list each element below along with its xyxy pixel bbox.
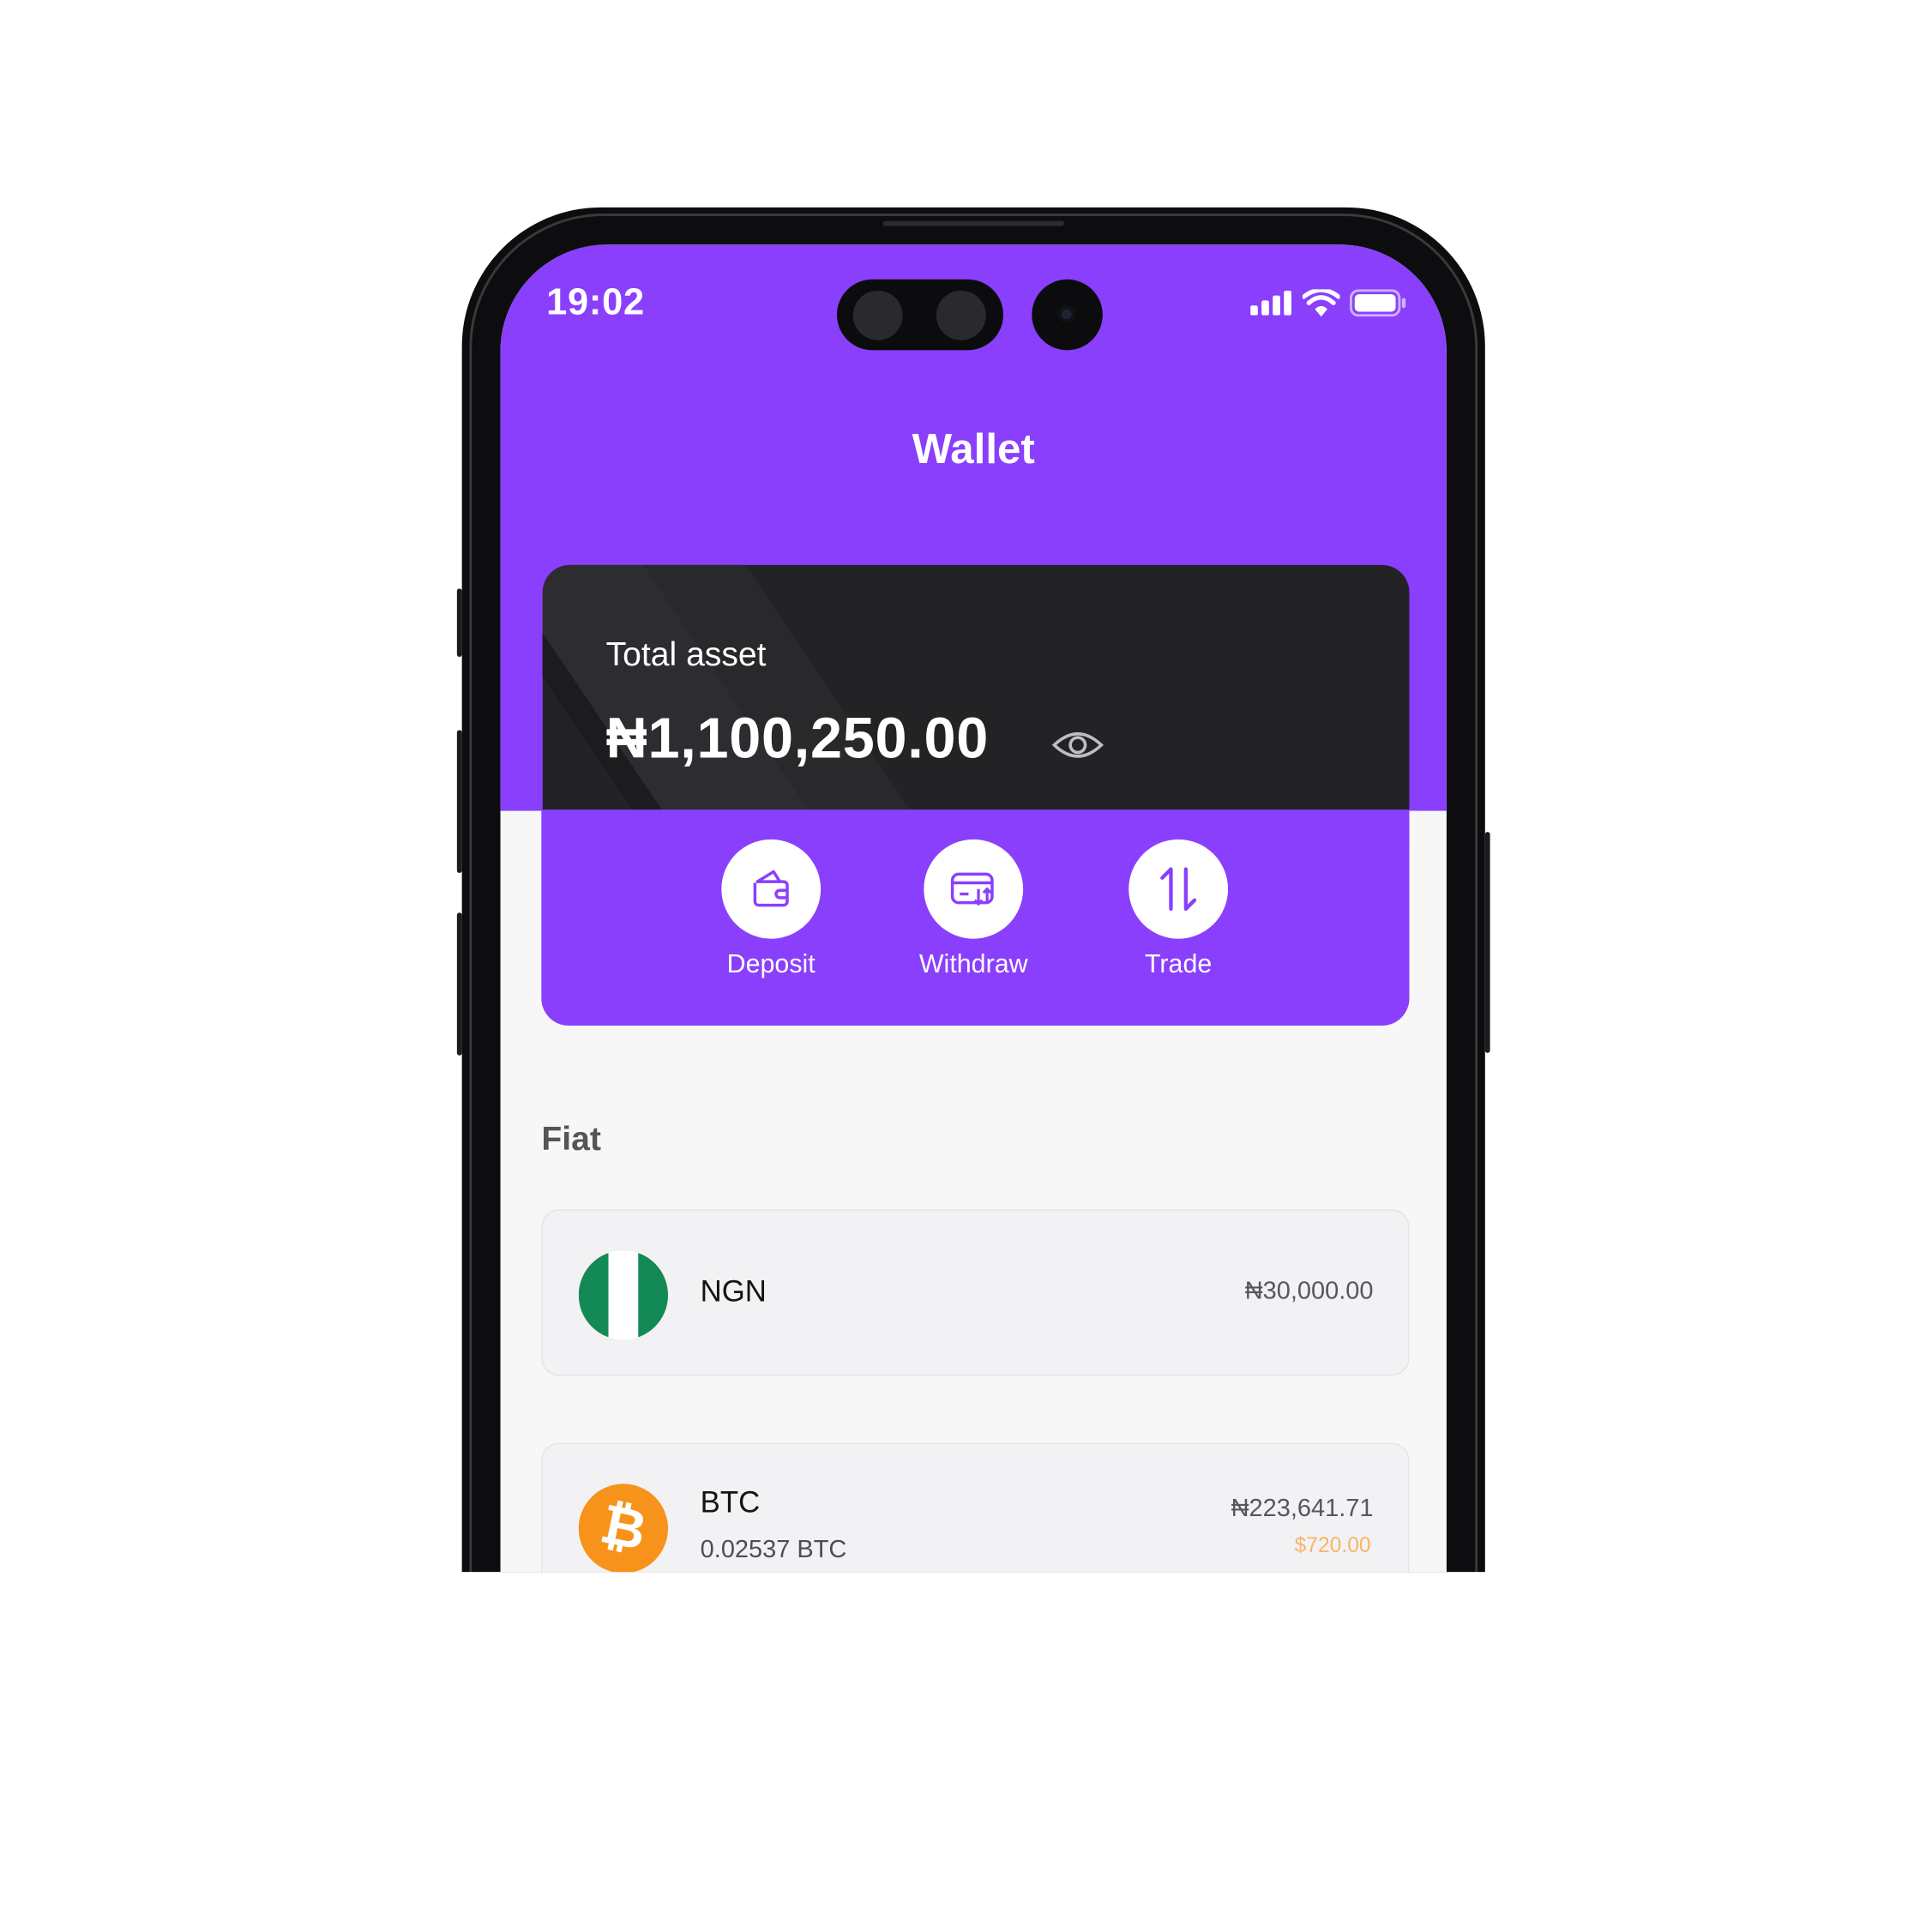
battery-icon xyxy=(1349,289,1406,317)
trade-icon-circle xyxy=(1129,839,1229,939)
total-asset-value: ₦1,100,250.00 xyxy=(605,705,990,770)
asset-name: BTC xyxy=(700,1486,761,1520)
wallet-icon xyxy=(753,870,789,907)
status-icons xyxy=(1250,289,1406,317)
volume-up-button xyxy=(456,730,462,873)
swap-arrows-icon xyxy=(1160,867,1197,912)
asset-holding: 0.02537 BTC xyxy=(700,1536,847,1564)
svg-text:₿: ₿ xyxy=(595,1492,652,1563)
withdraw-button[interactable]: Withdraw xyxy=(893,839,1054,980)
sensor-dot xyxy=(852,290,903,340)
signal-icon xyxy=(1250,290,1291,316)
withdraw-icon-circle xyxy=(924,839,1024,939)
dynamic-island xyxy=(836,279,1003,351)
power-button xyxy=(1484,832,1490,1053)
deposit-icon-circle xyxy=(721,839,822,939)
asset-row-ngn[interactable]: NGN ₦30,000.00 xyxy=(541,1209,1410,1376)
bitcoin-icon: ₿ xyxy=(578,1484,669,1573)
asset-usd-value: $720.00 xyxy=(1294,1533,1371,1557)
page-title: Wallet xyxy=(912,425,1035,473)
action-button xyxy=(456,588,462,657)
withdraw-label: Withdraw xyxy=(918,949,1028,979)
total-asset-label: Total asset xyxy=(605,635,767,673)
fiat-section-title: Fiat xyxy=(541,1120,601,1158)
asset-row-btc[interactable]: ₿ BTC 0.02537 BTC ₦223,641.71 $720.00 xyxy=(541,1442,1410,1573)
card-transfer-icon xyxy=(950,872,994,906)
earpiece-speaker xyxy=(882,220,1064,226)
sensor-dot xyxy=(936,290,986,340)
asset-amount: ₦30,000.00 xyxy=(1244,1277,1374,1305)
deposit-button[interactable]: Deposit xyxy=(690,839,852,980)
asset-name: NGN xyxy=(700,1275,767,1309)
trade-button[interactable]: Trade xyxy=(1098,839,1259,980)
app-screen: 19:02 Wallet Total asset ₦1,100,250.00 D… xyxy=(500,244,1447,1573)
wifi-icon xyxy=(1302,289,1340,317)
asset-amount: ₦223,641.71 xyxy=(1231,1495,1374,1523)
trade-label: Trade xyxy=(1144,949,1213,979)
balance-card: Total asset ₦1,100,250.00 xyxy=(542,564,1410,851)
status-time: 19:02 xyxy=(546,281,645,323)
nigeria-flag-icon xyxy=(578,1250,669,1340)
volume-down-button xyxy=(456,912,462,1056)
front-camera xyxy=(1032,279,1103,351)
eye-icon[interactable] xyxy=(1051,726,1104,763)
quick-actions-panel: Deposit Withdraw Trade xyxy=(541,810,1410,1026)
deposit-label: Deposit xyxy=(726,949,816,979)
